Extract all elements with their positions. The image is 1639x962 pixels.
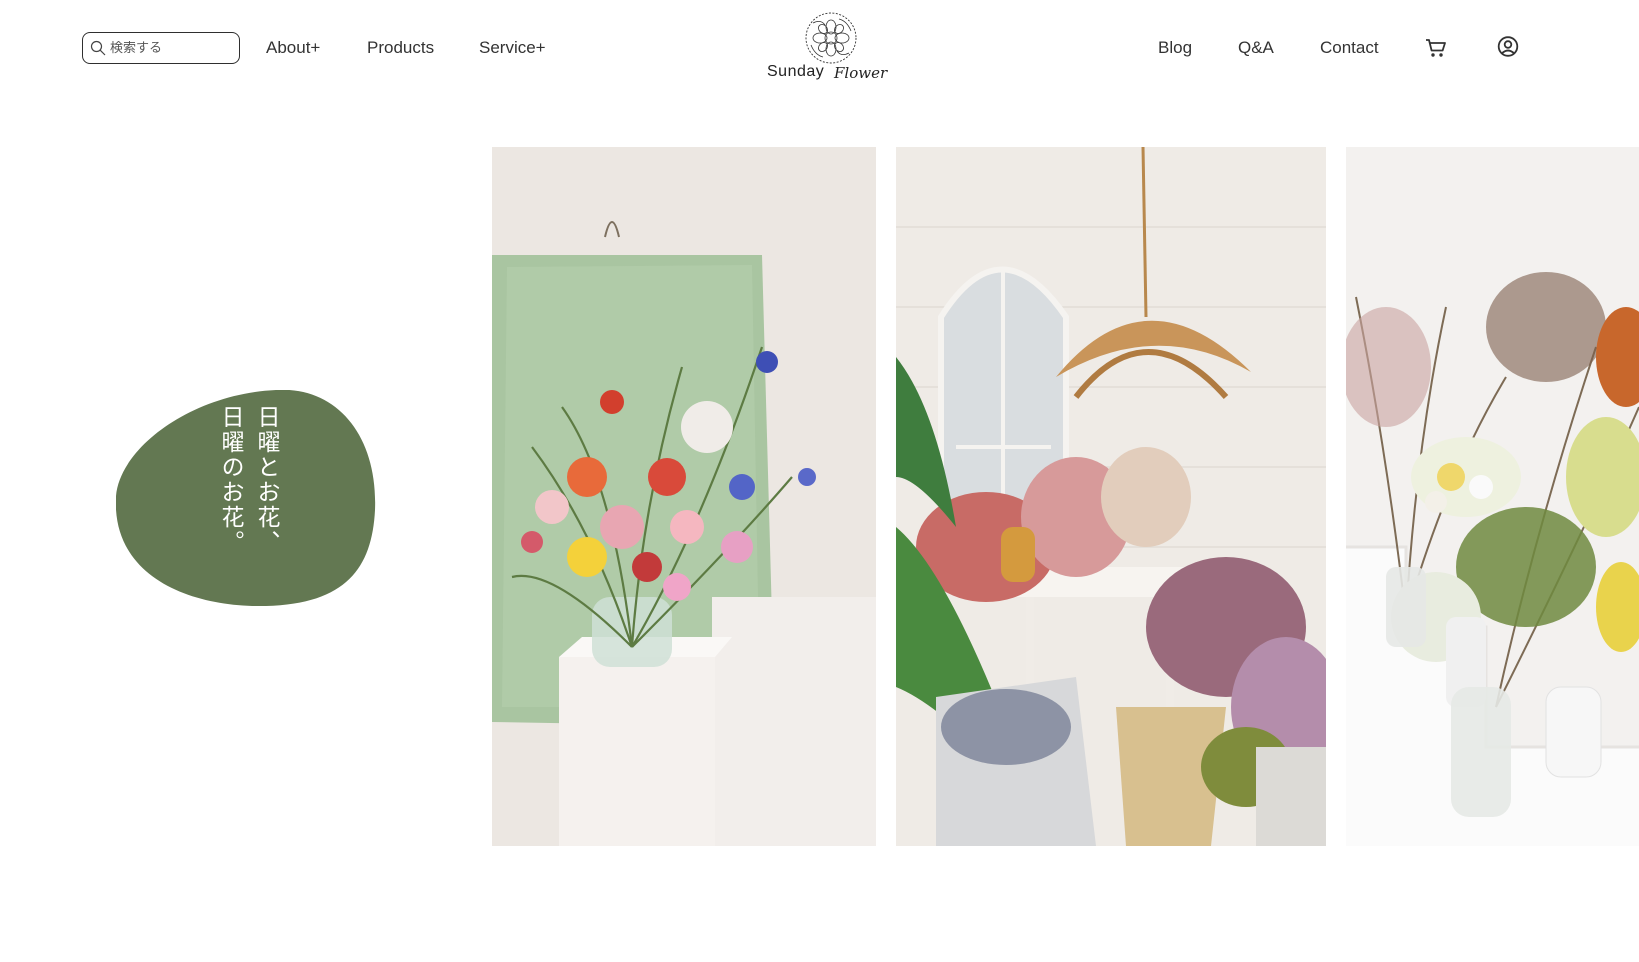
hero-tagline: 日曜とお花、 日曜のお花。 (212, 405, 284, 590)
nav-qa[interactable]: Q&A (1238, 37, 1274, 59)
search-box[interactable] (82, 32, 240, 64)
search-icon (90, 40, 106, 56)
dried-flowers-photo (896, 147, 1326, 846)
nav-about[interactable]: About+ (266, 37, 320, 59)
account-button[interactable] (1496, 36, 1520, 60)
bouquet-photo (492, 147, 876, 846)
nav-products[interactable]: Products (367, 37, 434, 59)
floral-emblem-icon (805, 12, 857, 64)
nav-service[interactable]: Service+ (479, 37, 546, 59)
logo-script: Flower (834, 64, 888, 82)
search-input[interactable] (110, 40, 218, 56)
tagline-line-1: 日曜とお花、 (253, 405, 279, 555)
cart-icon (1426, 39, 1446, 57)
nav-contact[interactable]: Contact (1320, 37, 1379, 59)
site-logo[interactable]: Sunday Flower (765, 11, 897, 86)
vases-photo (1346, 147, 1639, 846)
tagline-line-2: 日曜のお花。 (217, 405, 243, 555)
account-icon (1497, 36, 1519, 57)
logo-wordmark: Sunday (767, 63, 825, 80)
cart-button[interactable] (1424, 36, 1448, 60)
nav-blog[interactable]: Blog (1158, 37, 1192, 59)
